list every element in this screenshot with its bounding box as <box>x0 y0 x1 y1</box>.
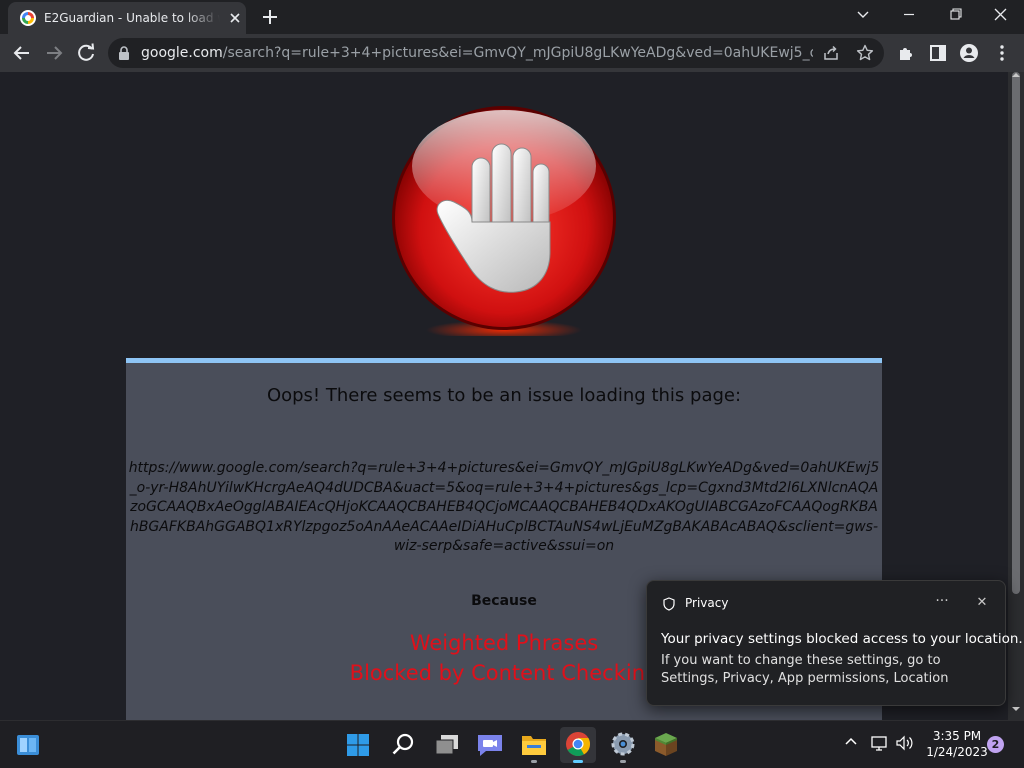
browser-toolbar: google.com/search?q=rule+3+4+pictures&ei… <box>0 34 1024 72</box>
url-path: /search?q=rule+3+4+pictures&ei=GmvQY_mJG… <box>222 45 813 61</box>
windows-start-icon <box>347 734 369 756</box>
scroll-down-arrow-icon[interactable] <box>1012 705 1020 713</box>
address-bar[interactable]: google.com/search?q=rule+3+4+pictures&ei… <box>108 38 884 68</box>
bookmark-star-icon[interactable] <box>856 44 874 62</box>
clock-date[interactable]: 1/24/2023 <box>920 745 994 759</box>
notification-count-badge[interactable]: 2 <box>987 736 1004 753</box>
scroll-up-arrow-icon[interactable] <box>1012 71 1020 79</box>
minimize-icon[interactable] <box>886 0 932 32</box>
active-indicator <box>573 760 583 763</box>
widgets-button[interactable] <box>10 727 46 763</box>
tab-search-chevron-icon[interactable] <box>840 0 886 32</box>
running-indicator <box>620 760 626 763</box>
restore-icon[interactable] <box>932 0 978 32</box>
kebab-menu-icon[interactable] <box>988 39 1016 67</box>
share-icon[interactable] <box>822 44 840 62</box>
privacy-notification[interactable]: Privacy ··· ✕ Your privacy settings bloc… <box>646 580 1023 706</box>
teams-chat-icon <box>478 735 502 756</box>
lock-icon[interactable] <box>118 46 130 60</box>
task-view-button[interactable] <box>430 727 466 763</box>
file-explorer-button[interactable] <box>516 727 552 763</box>
close-icon: ✕ <box>976 595 988 610</box>
more-options-icon[interactable]: ··· <box>931 592 953 614</box>
google-favicon-icon <box>20 10 36 26</box>
back-arrow-icon[interactable] <box>8 39 36 67</box>
network-icon[interactable] <box>870 734 888 752</box>
widgets-icon <box>17 735 39 755</box>
url-text[interactable]: google.com/search?q=rule+3+4+pictures&ei… <box>141 45 813 61</box>
notification-message: Your privacy settings blocked access to … <box>661 631 1023 647</box>
window-close-icon[interactable] <box>978 0 1024 32</box>
side-panel-icon[interactable] <box>924 39 952 67</box>
blocked-url-text: https://www.google.com/search?q=rule+3+4… <box>128 460 880 554</box>
extensions-puzzle-icon[interactable] <box>892 39 920 67</box>
show-hidden-icons-chevron-icon[interactable] <box>842 733 860 751</box>
tab-strip: E2Guardian - Unable to load web <box>0 0 1024 34</box>
profile-person-icon[interactable] <box>955 39 983 67</box>
minecraft-grass-block-icon <box>655 733 677 756</box>
search-icon <box>392 733 414 755</box>
task-view-icon <box>435 735 458 755</box>
start-button[interactable] <box>340 727 376 763</box>
volume-icon[interactable] <box>895 734 915 752</box>
forward-arrow-icon[interactable] <box>40 39 68 67</box>
page-title: Oops! There seems to be an issue loading… <box>266 385 742 406</box>
scrollbar-thumb[interactable] <box>1012 72 1020 594</box>
folder-icon <box>522 736 546 755</box>
running-indicator <box>531 760 537 763</box>
chrome-icon <box>566 732 591 757</box>
settings-gear-icon <box>611 732 635 756</box>
notification-close-button[interactable]: ✕ <box>971 592 993 614</box>
minecraft-taskbar-button[interactable] <box>648 727 684 763</box>
notification-title: Privacy <box>685 596 729 610</box>
teams-chat-button[interactable] <box>472 727 508 763</box>
tab-title: E2Guardian - Unable to load web <box>44 11 220 25</box>
stop-hand-icon <box>392 106 616 336</box>
chrome-taskbar-button[interactable] <box>560 727 596 763</box>
vertical-scrollbar[interactable] <box>1008 72 1024 720</box>
browser-tab[interactable]: E2Guardian - Unable to load web <box>8 2 246 34</box>
taskbar-search-button[interactable] <box>385 727 421 763</box>
new-tab-plus-icon[interactable] <box>259 6 281 28</box>
tab-close-icon[interactable] <box>226 9 244 27</box>
clock-time[interactable]: 3:35 PM <box>920 729 994 743</box>
reload-icon[interactable] <box>72 39 100 67</box>
settings-taskbar-button[interactable] <box>605 727 641 763</box>
notification-detail: If you want to change these settings, go… <box>661 653 949 686</box>
shield-icon <box>663 597 675 611</box>
